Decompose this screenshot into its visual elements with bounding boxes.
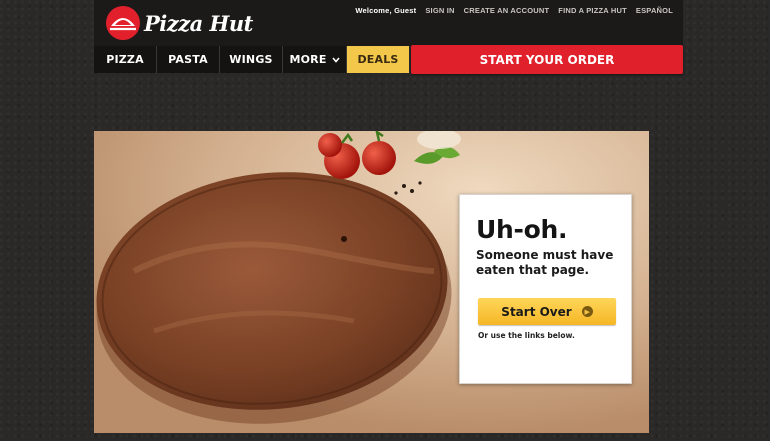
create-account-link[interactable]: CREATE AN ACCOUNT (464, 6, 550, 15)
pizza-hut-logo[interactable]: Pizza Hut (106, 6, 253, 40)
start-over-label: Start Over (501, 304, 572, 319)
sign-in-link[interactable]: SIGN IN (425, 6, 454, 15)
brand-name: Pizza Hut (144, 10, 253, 36)
main-nav: PIZZA PASTA WINGS MORE DEALS (94, 46, 409, 73)
chevron-down-icon (331, 56, 340, 63)
utility-nav: Welcome, Guest SIGN IN CREATE AN ACCOUNT… (355, 6, 673, 15)
nav-pasta[interactable]: PASTA (157, 46, 220, 73)
nav-more-label: MORE (289, 53, 327, 66)
error-message: Someone must have eaten that page. (476, 248, 614, 277)
find-pizza-hut-link[interactable]: FIND A PIZZA HUT (558, 6, 627, 15)
pizza-hut-roof-icon (106, 6, 140, 40)
error-heading: Uh-oh. (476, 215, 568, 244)
start-order-button[interactable]: START YOUR ORDER (411, 45, 683, 74)
start-over-button[interactable]: Start Over ▶ (478, 298, 616, 325)
error-card: Uh-oh. Someone must have eaten that page… (459, 194, 632, 384)
nav-more[interactable]: MORE (283, 46, 347, 73)
nav-pizza[interactable]: PIZZA (94, 46, 157, 73)
arrow-right-icon: ▶ (581, 306, 593, 317)
nav-deals[interactable]: DEALS (347, 46, 409, 73)
links-note: Or use the links below. (478, 331, 575, 340)
welcome-text: Welcome, Guest (355, 6, 417, 15)
nav-wings[interactable]: WINGS (220, 46, 283, 73)
espanol-link[interactable]: ESPAÑOL (636, 6, 673, 15)
top-header: Pizza Hut Welcome, Guest SIGN IN CREATE … (94, 0, 683, 46)
